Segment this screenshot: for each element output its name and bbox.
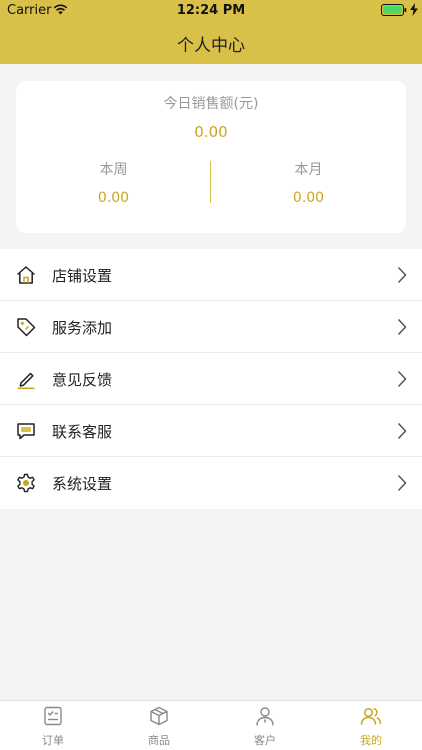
status-time: 12:24 PM — [176, 3, 246, 18]
chevron-right-icon — [397, 422, 407, 440]
today-sales-label: 今日销售额(元) — [163, 96, 259, 112]
battery-icon — [381, 4, 407, 16]
users-icon — [360, 707, 382, 725]
home-icon — [17, 266, 35, 284]
gear-icon — [17, 473, 35, 493]
clipboard-icon — [44, 706, 62, 726]
sales-summary-card: 今日销售额(元) 0.00 本周 0.00 本月 0.00 — [16, 81, 406, 233]
tab-label: 订单 — [42, 734, 64, 747]
tab-orders[interactable]: 订单 — [0, 701, 106, 750]
status-bar: Carrier 12:24 PM — [0, 0, 422, 20]
person-icon — [256, 707, 274, 726]
tag-icon — [17, 318, 36, 337]
chat-icon — [17, 423, 35, 440]
menu-item-customer-service[interactable]: 联系客服 — [0, 405, 422, 457]
month-sales-label: 本月 — [294, 162, 323, 178]
tab-customers[interactable]: 客户 — [212, 701, 318, 750]
tab-me[interactable]: 我的 — [318, 701, 422, 750]
chevron-right-icon — [397, 474, 407, 492]
week-sales-value: 0.00 — [97, 190, 130, 206]
week-sales-label: 本周 — [99, 162, 128, 178]
menu-item-store-settings[interactable]: 店铺设置 — [0, 249, 422, 301]
tab-label: 我的 — [360, 734, 382, 747]
charging-bolt-icon — [410, 3, 418, 16]
menu-item-label: 系统设置 — [52, 475, 113, 493]
menu-item-label: 意见反馈 — [52, 371, 113, 389]
menu-item-label: 服务添加 — [52, 319, 113, 337]
menu-item-label: 联系客服 — [52, 423, 113, 441]
page-title: 个人中心 — [177, 36, 245, 56]
today-sales-value: 0.00 — [194, 123, 228, 141]
tab-label: 客户 — [254, 734, 276, 747]
menu-item-add-service[interactable]: 服务添加 — [0, 301, 422, 353]
menu-item-system-settings[interactable]: 系统设置 — [0, 457, 422, 509]
tab-products[interactable]: 商品 — [106, 701, 212, 750]
bottom-tab-bar: 订单 商品 客户 我的 — [0, 700, 422, 750]
tab-label: 商品 — [148, 734, 170, 747]
chevron-right-icon — [397, 370, 407, 388]
menu-item-label: 店铺设置 — [52, 267, 113, 285]
month-sales-value: 0.00 — [292, 190, 325, 206]
chevron-right-icon — [397, 318, 407, 336]
pencil-icon — [17, 372, 35, 390]
box-icon — [150, 706, 168, 726]
chevron-right-icon — [397, 266, 407, 284]
menu-item-feedback[interactable]: 意见反馈 — [0, 353, 422, 405]
nav-header: Carrier 12:24 PM 个人中心 — [0, 0, 422, 64]
settings-menu: 店铺设置 服务添加 意见反馈 联系客服 系统设置 — [0, 249, 422, 509]
